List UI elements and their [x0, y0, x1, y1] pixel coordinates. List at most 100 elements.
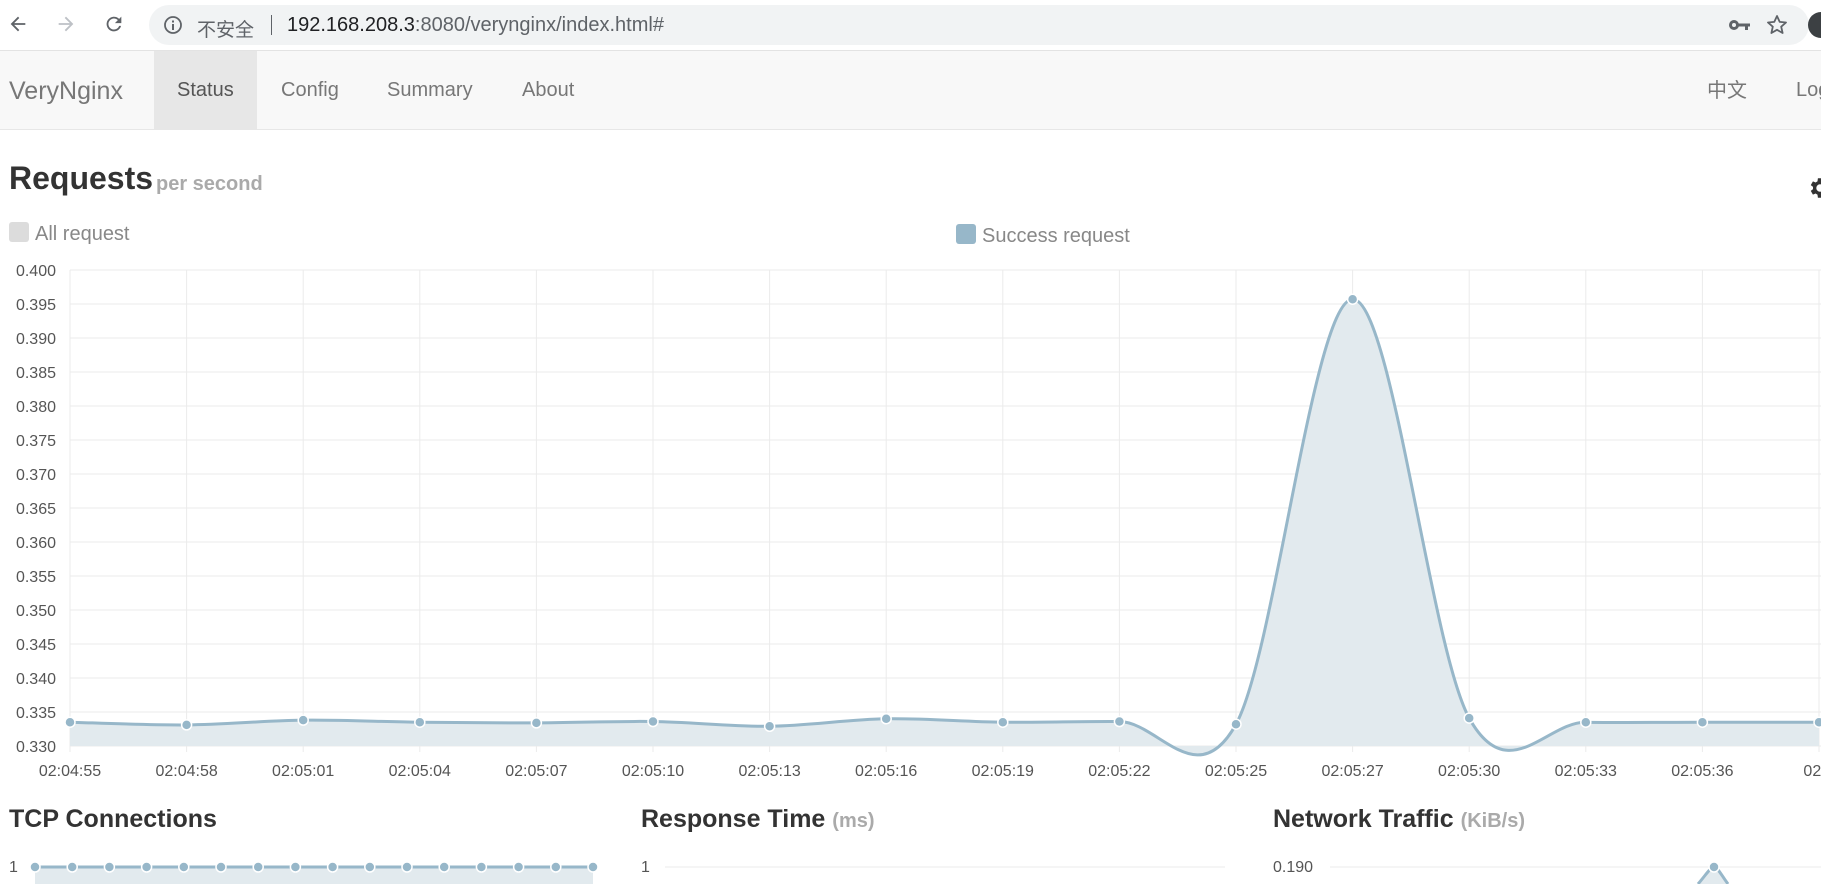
- x-tick-label: 02:05:27: [1321, 763, 1383, 780]
- data-point: [1696, 716, 1709, 728]
- profile-avatar-icon[interactable]: [1808, 12, 1821, 38]
- response-time-unit: (ms): [832, 810, 875, 832]
- data-point: [763, 720, 776, 733]
- data-point: [1113, 715, 1126, 728]
- back-arrow-icon[interactable]: [2, 8, 34, 40]
- browser-toolbar: 不安全 192.168.208.3:8080/verynginx/index.h…: [0, 0, 1821, 51]
- data-point: [1230, 718, 1242, 730]
- legend-swatch: [9, 222, 29, 242]
- x-tick-label: 02:05:04: [389, 763, 451, 780]
- x-tick-label: 02:05:36: [1671, 763, 1733, 780]
- x-tick-label: 02:05:25: [1205, 763, 1267, 780]
- brand-logo[interactable]: VeryNginx: [9, 77, 123, 106]
- data-point: [364, 861, 376, 873]
- reload-icon[interactable]: [98, 8, 130, 40]
- info-icon[interactable]: [163, 15, 183, 35]
- data-point: [29, 861, 41, 873]
- y-tick-label: 0.390: [16, 331, 56, 348]
- y-tick-label: 0.385: [16, 365, 56, 382]
- x-tick-label: 02:04:55: [39, 763, 101, 780]
- y-tick-label: 0.395: [16, 297, 56, 314]
- tab-summary[interactable]: Summary: [364, 51, 496, 129]
- tab-about[interactable]: About: [499, 51, 597, 129]
- y-tick-label: 0.355: [16, 569, 56, 586]
- network-traffic-title-text: Network Traffic: [1273, 805, 1454, 833]
- response-time-title: Response Time (ms): [641, 805, 875, 834]
- language-switch[interactable]: 中文: [1707, 51, 1747, 129]
- data-point: [326, 861, 339, 873]
- data-point: [180, 719, 193, 731]
- legend-all-request[interactable]: All request: [9, 222, 130, 246]
- tcp-connections-title: TCP Connections: [9, 805, 217, 834]
- requests-chart: 0.400 0.395 0.390 0.385 0.380 0.375 0.370 0.365…: [16, 263, 1821, 780]
- x-tick-label: 02:05:01: [272, 763, 334, 780]
- forward-arrow-icon[interactable]: [50, 8, 82, 40]
- gear-icon[interactable]: [1806, 175, 1821, 201]
- url-path: :8080/verynginx/index.html#: [414, 14, 664, 36]
- y-tick-label: 0.190: [1273, 859, 1313, 876]
- x-tick-label: 02:05:13: [738, 763, 800, 780]
- requests-subtitle: per second: [156, 173, 263, 195]
- y-tick-label: 0.340: [16, 671, 56, 688]
- data-point: [64, 716, 76, 728]
- data-point: [438, 861, 450, 873]
- data-point: [1346, 293, 1359, 305]
- tab-status[interactable]: Status: [154, 51, 257, 129]
- data-point: [550, 861, 562, 873]
- y-tick-label: 0.365: [16, 501, 56, 518]
- x-tick-label: 02:05:19: [972, 763, 1034, 780]
- data-point: [140, 861, 153, 873]
- legend-success-request[interactable]: Success request: [956, 224, 1130, 248]
- y-tick-label: 0.350: [16, 603, 56, 620]
- y-tick-label: 0.400: [16, 263, 56, 280]
- requests-title: Requests: [9, 160, 154, 196]
- y-tick-label: 0.370: [16, 467, 56, 484]
- data-point: [997, 716, 1009, 728]
- tab-config[interactable]: Config: [258, 51, 362, 129]
- x-tick-label: 02:0: [1803, 763, 1821, 780]
- data-point: [1463, 712, 1475, 724]
- y-tick-label: 0.360: [16, 535, 56, 552]
- data-point: [414, 716, 426, 728]
- logout-link[interactable]: Log: [1796, 51, 1821, 129]
- legend-swatch: [956, 224, 976, 244]
- y-tick-label: 0.380: [16, 399, 56, 416]
- network-traffic-unit: (KiB/s): [1460, 810, 1526, 832]
- data-point: [512, 861, 525, 873]
- data-point: [587, 861, 599, 873]
- security-label: 不安全: [197, 19, 255, 41]
- series-area-fill: [70, 299, 1819, 755]
- y-tick-label: 1: [641, 859, 650, 876]
- data-point: [1580, 716, 1592, 728]
- x-tick-label: 02:05:16: [855, 763, 917, 780]
- data-point: [103, 861, 116, 873]
- series-line: [69, 297, 1819, 757]
- data-point: [880, 713, 892, 725]
- bookmark-star-icon[interactable]: [1765, 13, 1789, 37]
- data-point: [647, 715, 659, 728]
- y-tick-label: 1: [9, 859, 18, 876]
- data-point: [66, 861, 78, 873]
- data-point: [1813, 716, 1821, 728]
- data-point: [297, 714, 309, 726]
- data-point: [475, 861, 488, 873]
- series-area-fill: [35, 867, 593, 884]
- app-navbar: VeryNginx Status Config Summary About 中文…: [0, 51, 1821, 130]
- x-tick-label: 02:05:10: [622, 763, 684, 780]
- data-point: [289, 861, 302, 873]
- url-host: 192.168.208.3: [287, 14, 415, 36]
- response-time-title-text: Response Time: [641, 805, 826, 833]
- data-point: [215, 861, 227, 873]
- divider: [271, 15, 272, 35]
- x-tick-label: 02:05:33: [1555, 763, 1617, 780]
- address-bar[interactable]: 不安全 192.168.208.3:8080/verynginx/index.h…: [149, 5, 1809, 45]
- x-tick-label: 02:05:22: [1088, 763, 1150, 780]
- legend-label: Success request: [982, 225, 1130, 247]
- y-tick-label: 0.335: [16, 705, 56, 722]
- key-icon[interactable]: [1727, 14, 1751, 36]
- data-point: [178, 861, 190, 873]
- y-tick-label: 0.345: [16, 637, 56, 654]
- network-traffic-title: Network Traffic (KiB/s): [1273, 805, 1525, 834]
- tcp-title-text: TCP Connections: [9, 805, 217, 833]
- url-text[interactable]: 192.168.208.3:8080/verynginx/index.html#: [287, 14, 664, 37]
